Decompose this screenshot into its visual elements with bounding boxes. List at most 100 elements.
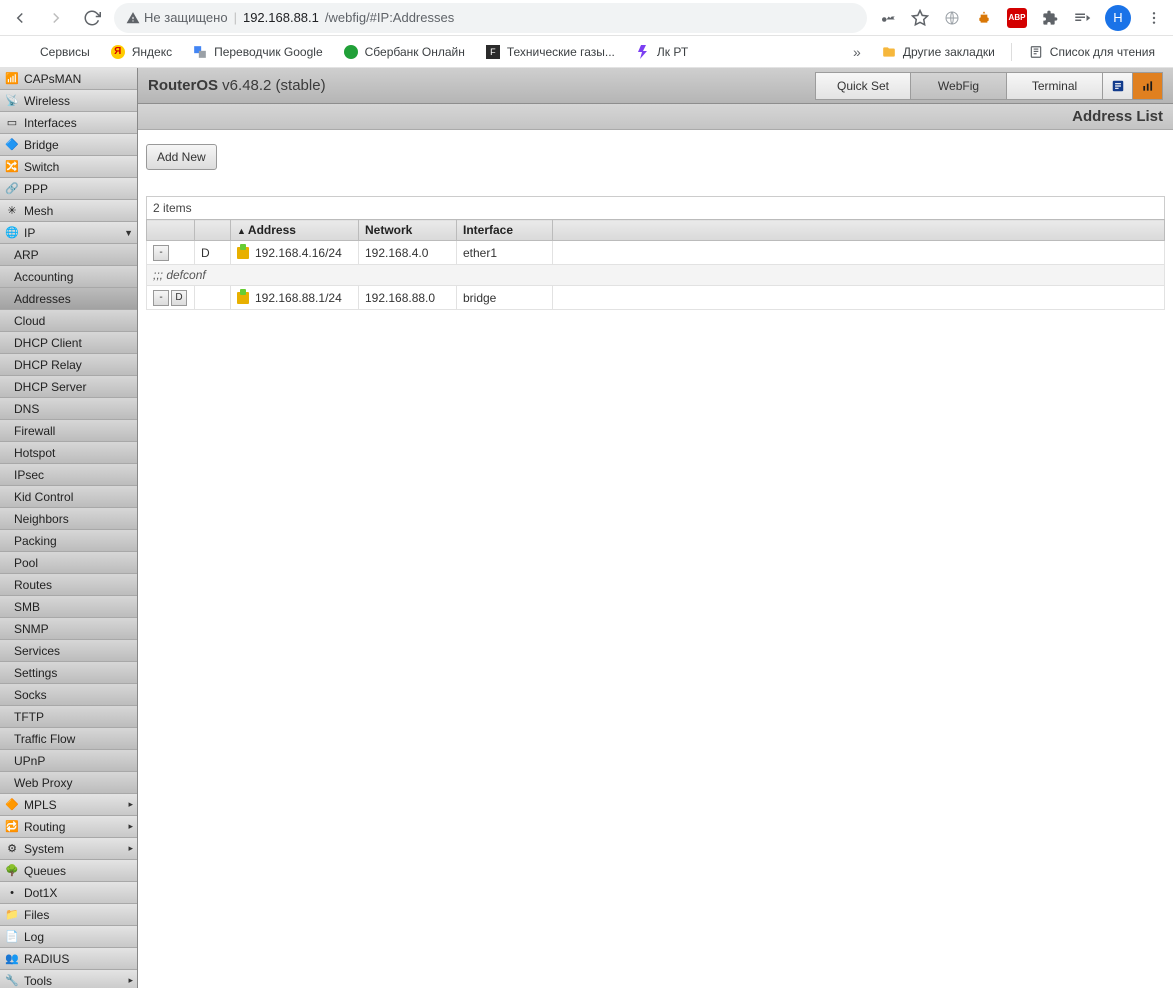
bookmark-apps[interactable]: Сервисы [10, 40, 98, 64]
sidebar-item-label: PPP [24, 182, 48, 196]
sidebar-item-wireless[interactable]: 📡Wireless [0, 90, 137, 112]
bookmark-sber[interactable]: Сбербанк Онлайн [335, 40, 473, 64]
sidebar-subitem-ipsec[interactable]: IPsec [0, 464, 137, 486]
address-bar[interactable]: Не защищено | 192.168.88.1/webfig/#IP:Ad… [114, 3, 867, 33]
bookmark-other[interactable]: Другие закладки [873, 40, 1003, 64]
globe-icon[interactable] [943, 9, 961, 27]
forward-button[interactable] [42, 4, 70, 32]
sidebar-item-files[interactable]: 📁Files [0, 904, 137, 926]
sidebar-subitem-dhcp-relay[interactable]: DHCP Relay [0, 354, 137, 376]
sidebar-subitem-snmp[interactable]: SNMP [0, 618, 137, 640]
profile-avatar[interactable]: Н [1105, 5, 1131, 31]
sidebar-item-interfaces[interactable]: ▭Interfaces [0, 112, 137, 134]
sidebar-item-tools[interactable]: 🔧Tools▸ [0, 970, 137, 988]
bug-extension-icon[interactable] [975, 9, 993, 27]
sidebar-subitem-upnp[interactable]: UPnP [0, 750, 137, 772]
extensions-icon[interactable] [1041, 9, 1059, 27]
sidebar-subitem-web-proxy[interactable]: Web Proxy [0, 772, 137, 794]
sidebar-subitem-traffic-flow[interactable]: Traffic Flow [0, 728, 137, 750]
sidebar-subitem-neighbors[interactable]: Neighbors [0, 508, 137, 530]
abp-icon[interactable]: ABP [1007, 8, 1027, 28]
sidebar-subitem-arp[interactable]: ARP [0, 244, 137, 266]
sidebar-subitem-label: DHCP Relay [14, 358, 82, 372]
sidebar-subitem-label: Socks [14, 688, 47, 702]
sidebar-item-routing[interactable]: 🔁Routing▸ [0, 816, 137, 838]
bookmark-techgas[interactable]: F Технические газы... [477, 40, 623, 64]
col-blank2[interactable] [195, 220, 231, 241]
sidebar-item-mpls[interactable]: 🔶MPLS▸ [0, 794, 137, 816]
bookmark-reading-list[interactable]: Список для чтения [1020, 40, 1163, 64]
sidebar-subitem-services[interactable]: Services [0, 640, 137, 662]
sidebar-subitem-smb[interactable]: SMB [0, 596, 137, 618]
app-container: 📶CAPsMAN📡Wireless▭Interfaces🔷Bridge🔀Swit… [0, 68, 1173, 988]
table-row[interactable]: -D192.168.88.1/24192.168.88.0bridge [147, 286, 1165, 310]
tab-webfig[interactable]: WebFig [911, 72, 1007, 100]
sidebar-icon: 🔁 [4, 819, 20, 835]
sidebar-item-system[interactable]: ⚙System▸ [0, 838, 137, 860]
remove-button[interactable]: - [153, 245, 169, 261]
sidebar-item-label: RADIUS [24, 952, 69, 966]
col-blank1[interactable] [147, 220, 195, 241]
table-row[interactable]: -D192.168.4.16/24192.168.4.0ether1 [147, 241, 1165, 265]
sidebar-subitem-label: Web Proxy [14, 776, 72, 790]
sidebar-subitem-firewall[interactable]: Firewall [0, 420, 137, 442]
bookmark-lkrt[interactable]: Лк РТ [627, 40, 696, 64]
sidebar-subitem-settings[interactable]: Settings [0, 662, 137, 684]
sidebar-subitem-routes[interactable]: Routes [0, 574, 137, 596]
sidebar-icon: 🌳 [4, 863, 20, 879]
col-address[interactable]: ▲Address [231, 220, 359, 241]
playlist-icon[interactable] [1073, 9, 1091, 27]
col-blank3[interactable] [553, 220, 1165, 241]
sidebar-subitem-tftp[interactable]: TFTP [0, 706, 137, 728]
sidebar-item-ip[interactable]: 🌐IP▼ [0, 222, 137, 244]
sidebar-item-queues[interactable]: 🌳Queues [0, 860, 137, 882]
top-square-icon[interactable] [1103, 72, 1133, 100]
sidebar-subitem-kid-control[interactable]: Kid Control [0, 486, 137, 508]
key-icon[interactable] [879, 9, 897, 27]
sidebar-item-bridge[interactable]: 🔷Bridge [0, 134, 137, 156]
sidebar-subitem-dhcp-client[interactable]: DHCP Client [0, 332, 137, 354]
back-button[interactable] [6, 4, 34, 32]
top-chart-icon[interactable] [1133, 72, 1163, 100]
sidebar-subitem-dhcp-server[interactable]: DHCP Server [0, 376, 137, 398]
bookmark-gtranslate[interactable]: Переводчик Google [184, 40, 331, 64]
row-flags [195, 286, 231, 310]
col-label: Address [248, 223, 296, 237]
sidebar-item-mesh[interactable]: ✳Mesh [0, 200, 137, 222]
sidebar-subitem-label: Routes [14, 578, 52, 592]
add-new-button[interactable]: Add New [146, 144, 217, 170]
lkrt-icon [635, 44, 651, 60]
sidebar-subitem-addresses[interactable]: Addresses [0, 288, 137, 310]
sidebar-icon: 📶 [4, 71, 20, 87]
tab-quickset[interactable]: Quick Set [815, 72, 911, 100]
sidebar-item-radius[interactable]: 👥RADIUS [0, 948, 137, 970]
sidebar-subitem-packing[interactable]: Packing [0, 530, 137, 552]
sidebar-subitem-label: Firewall [14, 424, 55, 438]
sidebar-subitem-pool[interactable]: Pool [0, 552, 137, 574]
sidebar-subitem-socks[interactable]: Socks [0, 684, 137, 706]
sidebar-item-capsman[interactable]: 📶CAPsMAN [0, 68, 137, 90]
sidebar-item-dot1x[interactable]: •Dot1X [0, 882, 137, 904]
star-icon[interactable] [911, 9, 929, 27]
bookmarks-overflow[interactable]: » [845, 44, 869, 60]
sidebar-subitem-accounting[interactable]: Accounting [0, 266, 137, 288]
remove-button[interactable]: - [153, 290, 169, 306]
disable-button[interactable]: D [171, 290, 187, 306]
sber-icon [343, 44, 359, 60]
sidebar-item-log[interactable]: 📄Log [0, 926, 137, 948]
tab-label: WebFig [938, 79, 979, 93]
sidebar-item-ppp[interactable]: 🔗PPP [0, 178, 137, 200]
reload-button[interactable] [78, 4, 106, 32]
col-network[interactable]: Network [359, 220, 457, 241]
sidebar-subitem-dns[interactable]: DNS [0, 398, 137, 420]
sidebar-subitem-cloud[interactable]: Cloud [0, 310, 137, 332]
row-actions: -D [147, 286, 195, 310]
sidebar-subitem-label: Pool [14, 556, 38, 570]
tab-terminal[interactable]: Terminal [1007, 72, 1103, 100]
sidebar-item-switch[interactable]: 🔀Switch [0, 156, 137, 178]
col-interface[interactable]: Interface [457, 220, 553, 241]
sidebar-subitem-hotspot[interactable]: Hotspot [0, 442, 137, 464]
chevron-icon: ▼ [124, 228, 133, 238]
bookmark-yandex[interactable]: Я Яндекс [102, 40, 180, 64]
menu-icon[interactable] [1145, 9, 1163, 27]
